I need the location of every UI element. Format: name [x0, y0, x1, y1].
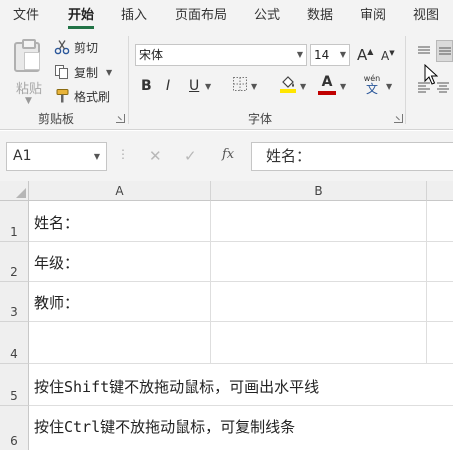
chevron-down-icon[interactable]: ▼ [340, 82, 346, 91]
column-header-c[interactable] [427, 181, 453, 201]
cell-b3[interactable] [211, 282, 427, 322]
font-color-button[interactable]: A [318, 74, 336, 95]
scissors-icon [54, 39, 70, 55]
formula-bar: A1 ▼ ⋮ ✕ ✓ fx 姓名： [0, 131, 453, 181]
font-size-select[interactable]: 14 ▼ [310, 44, 350, 66]
cell-a2-text: 年级： [34, 254, 80, 272]
format-painter-label: 格式刷 [74, 89, 111, 104]
cell-b4[interactable] [211, 322, 427, 364]
name-box-value: A1 [13, 148, 32, 164]
format-painter-icon [54, 88, 70, 104]
decrease-font-size-button[interactable]: A▼ [381, 49, 395, 63]
font-family-value: 宋体 [139, 48, 164, 62]
align-middle-button[interactable] [436, 40, 453, 62]
copy-icon [54, 64, 70, 80]
cell-a1-text: 姓名： [34, 214, 80, 232]
paste-label: 粘贴 [16, 82, 43, 97]
font-color-bar [318, 91, 336, 95]
chevron-down-icon[interactable]: ▼ [251, 82, 257, 91]
cell-b1[interactable] [211, 201, 427, 242]
row-header-6[interactable]: 6 [0, 406, 29, 450]
chevron-down-icon: ▼ [106, 67, 113, 77]
menu-view[interactable]: 视图 [413, 0, 439, 30]
menu-home[interactable]: 开始 [68, 0, 95, 30]
phonetic-guide-button[interactable]: wén 文 [361, 73, 383, 95]
column-header-b[interactable]: B [211, 181, 427, 201]
fill-color-button[interactable] [279, 74, 297, 98]
row6-instruction-text: 按住Ctrl键不放拖动鼠标，可复制线条 [34, 418, 296, 436]
cell-a2[interactable]: 年级： [29, 242, 211, 282]
confirm-entry-button[interactable]: ✓ [184, 147, 197, 165]
row-header-4[interactable]: 4 [0, 322, 29, 364]
cell-c4[interactable] [427, 322, 453, 364]
cell-a4[interactable] [29, 322, 211, 364]
italic-button[interactable]: I [166, 78, 170, 94]
cell-c3[interactable] [427, 282, 453, 322]
menu-insert[interactable]: 插入 [121, 0, 147, 30]
format-painter-button[interactable]: 格式刷 [54, 86, 110, 106]
menu-page-layout[interactable]: 页面布局 [175, 0, 227, 30]
chevron-down-icon[interactable]: ▼ [300, 82, 306, 91]
cut-label: 剪切 [74, 40, 99, 55]
row5-instruction-text: 按住Shift键不放拖动鼠标，可画出水平线 [34, 378, 320, 396]
menu-bar: 文件 开始 插入 页面布局 公式 数据 审阅 视图 [0, 0, 453, 30]
chevron-down-icon: ▼ [296, 50, 303, 59]
increase-font-size-button[interactable]: A▲ [357, 46, 373, 64]
bold-button[interactable]: B [141, 78, 152, 94]
chevron-down-icon: ▼ [339, 50, 346, 59]
cancel-entry-button[interactable]: ✕ [149, 147, 162, 165]
align-center-button[interactable] [436, 80, 450, 98]
group-divider [128, 36, 129, 124]
align-center-icon [437, 82, 449, 93]
font-size-value: 14 [314, 48, 330, 62]
clipboard-launcher-icon[interactable] [116, 114, 125, 123]
row-header-1[interactable]: 1 [0, 201, 29, 242]
name-box[interactable]: A1 ▼ [6, 142, 107, 171]
column-header-a[interactable]: A [29, 181, 211, 201]
clipboard-icon [14, 39, 40, 72]
cell-a3-text: 教师： [34, 294, 80, 312]
chevron-down-icon: ▼ [25, 96, 32, 106]
chevron-down-icon[interactable]: ▼ [386, 82, 392, 91]
align-top-icon [418, 46, 430, 54]
group-divider [405, 36, 406, 124]
cell-a1[interactable]: 姓名： [29, 201, 211, 242]
underline-button[interactable]: U [189, 78, 199, 94]
align-top-button[interactable] [417, 44, 431, 62]
formula-input[interactable]: 姓名： [251, 142, 453, 171]
menu-data[interactable]: 数据 [307, 0, 333, 30]
borders-icon [233, 77, 247, 91]
cell-c2[interactable] [427, 242, 453, 282]
copy-label: 复制 [74, 65, 99, 80]
chevron-down-icon[interactable]: ▼ [205, 82, 211, 91]
mouse-cursor-icon [424, 63, 439, 90]
borders-button[interactable] [232, 76, 248, 96]
select-all-corner[interactable] [0, 181, 29, 201]
more-options-icon[interactable]: ⋮ [117, 147, 129, 161]
align-middle-icon [438, 47, 451, 55]
paste-button[interactable]: 粘贴 ▼ [10, 38, 44, 108]
paint-bucket-icon [280, 76, 296, 93]
font-group-label: 字体 [248, 112, 273, 126]
row-header-2[interactable]: 2 [0, 242, 29, 282]
cut-button[interactable]: 剪切 [54, 37, 98, 57]
formula-content: 姓名： [266, 147, 312, 165]
font-launcher-icon[interactable] [394, 114, 403, 123]
font-family-select[interactable]: 宋体 ▼ [135, 44, 307, 66]
insert-function-button[interactable]: fx [222, 147, 234, 162]
chevron-down-icon[interactable]: ▼ [94, 143, 100, 170]
copy-button[interactable]: 复制 ▼ [54, 62, 112, 82]
ribbon: 粘贴 ▼ 剪切 复制 ▼ 格式刷 剪贴板 宋体 ▼ 14 ▼ A▲ A▼ B I… [0, 30, 453, 130]
menu-review[interactable]: 审阅 [360, 0, 386, 30]
clipboard-group-label: 剪贴板 [38, 112, 75, 126]
menu-formulas[interactable]: 公式 [254, 0, 280, 30]
menu-file[interactable]: 文件 [13, 0, 39, 30]
row-header-3[interactable]: 3 [0, 282, 29, 322]
cell-b2[interactable] [211, 242, 427, 282]
row-header-5[interactable]: 5 [0, 364, 29, 406]
cell-c1[interactable] [427, 201, 453, 242]
cell-a3[interactable]: 教师： [29, 282, 211, 322]
